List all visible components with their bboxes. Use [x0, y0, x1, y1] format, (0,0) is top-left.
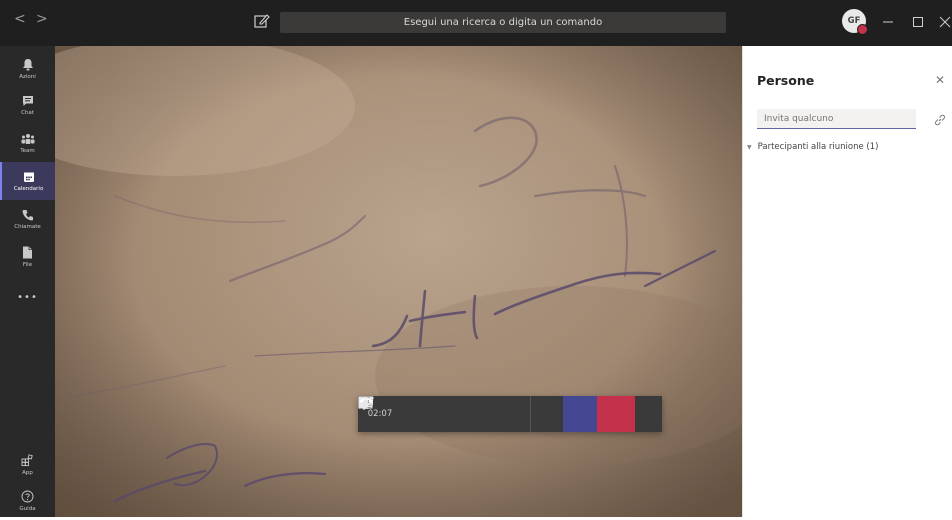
new-chat-icon[interactable]	[252, 12, 272, 32]
camera-image	[55, 46, 742, 517]
rail-item-chiamate[interactable]: Chiamate	[0, 200, 55, 238]
hang-up-icon	[359, 398, 373, 403]
phone-icon	[22, 209, 33, 220]
close-window-button[interactable]	[936, 13, 952, 31]
rail-item-chat[interactable]: Chat	[0, 86, 55, 124]
help-icon	[21, 490, 34, 503]
presence-busy-icon	[857, 24, 868, 35]
rail-label: Calendario	[13, 185, 44, 192]
rail-item-azioni[interactable]: Azioni	[0, 50, 55, 88]
rail-item-more[interactable]: •••	[0, 278, 55, 316]
show-chat-button[interactable]	[358, 396, 563, 432]
rail-label: File	[22, 262, 33, 268]
apps-icon	[21, 454, 33, 467]
rail-label: Azioni	[19, 74, 36, 80]
rail-item-calendario[interactable]: Calendario	[0, 162, 55, 200]
participants-label: Partecipanti alla riunione (1)	[757, 142, 879, 152]
rail-item-guida[interactable]: Guida	[0, 482, 55, 520]
chevron-down-icon: ▼	[747, 143, 752, 151]
camera-toggle-button[interactable]	[359, 396, 434, 432]
search-placeholder: Esegui una ricerca o digita un comando	[403, 17, 603, 28]
search-input[interactable]: Esegui una ricerca o digita un comando	[280, 12, 726, 33]
close-icon[interactable]: ✕	[935, 73, 945, 87]
rail-item-team[interactable]: Team	[0, 124, 55, 162]
avatar[interactable]: GF	[842, 9, 868, 35]
app-rail: Azioni Chat Team Calendario Chiamate Fil…	[0, 46, 55, 517]
rail-label: Team	[20, 147, 35, 154]
more-actions-button[interactable]	[358, 396, 530, 432]
share-screen-button[interactable]	[358, 396, 498, 432]
rail-label: Chiamate	[14, 223, 41, 230]
rail-label: Chat	[21, 109, 34, 116]
rail-label: App	[22, 470, 33, 476]
rail-item-file[interactable]: File	[0, 238, 55, 276]
microphone-toggle-button[interactable]	[358, 396, 466, 432]
invite-input[interactable]	[757, 109, 916, 129]
hang-up-button[interactable]	[359, 396, 635, 432]
call-controls: 02:07	[358, 396, 662, 432]
bell-icon	[22, 59, 33, 71]
video-feed: 02:07	[55, 46, 742, 517]
show-participants-button[interactable]	[358, 396, 597, 432]
panel-title: Persone	[757, 73, 815, 88]
share-link-icon[interactable]	[933, 112, 947, 126]
teams-icon	[21, 133, 34, 144]
people-panel: Persone ✕ ▼ Partecipanti alla riunione (…	[742, 46, 952, 517]
rail-item-app[interactable]: App	[0, 446, 55, 484]
back-button[interactable]: <	[14, 11, 26, 27]
more-icon: •••	[17, 291, 38, 303]
maximize-button[interactable]	[909, 13, 927, 31]
title-bar: < > Esegui una ricerca o digita un coman…	[0, 0, 952, 46]
minimize-button[interactable]	[879, 13, 897, 31]
forward-button[interactable]: >	[36, 11, 48, 27]
rail-label: Guida	[19, 506, 36, 512]
chat-icon	[22, 95, 33, 106]
file-icon	[23, 246, 32, 259]
calendar-icon	[23, 172, 34, 182]
participants-section-toggle[interactable]: ▼ Partecipanti alla riunione (1)	[747, 142, 878, 152]
